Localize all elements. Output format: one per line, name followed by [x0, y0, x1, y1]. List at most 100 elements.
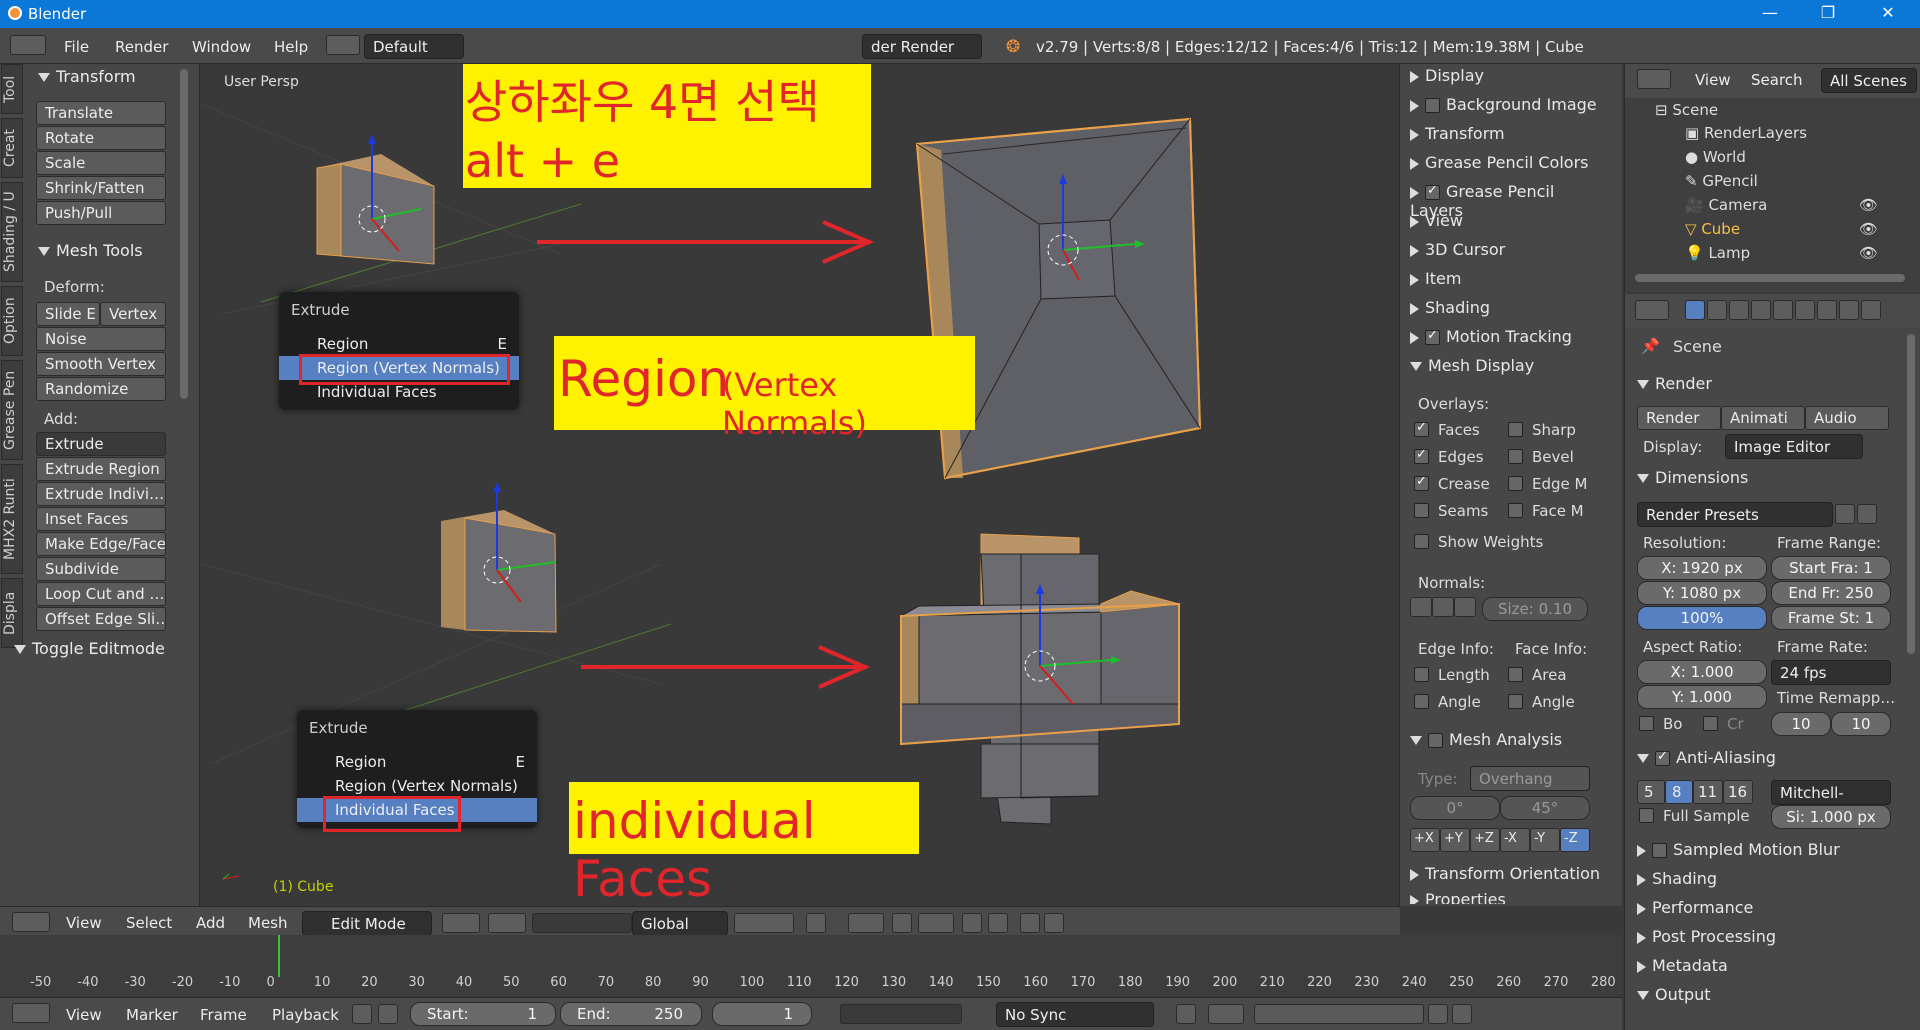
add-preset-icon[interactable] [1835, 504, 1855, 524]
axis-nz-button[interactable]: -Z [1560, 828, 1590, 852]
selection-mode-icon[interactable] [806, 913, 826, 933]
layout-select[interactable]: Default [364, 34, 464, 59]
offset-edge-slide-button[interactable]: Offset Edge Sli… [36, 607, 166, 631]
resolution-y-field[interactable]: Y: 1080 px [1637, 581, 1767, 605]
render-tab-icon[interactable] [1685, 300, 1705, 320]
faces-checkbox[interactable] [1414, 420, 1429, 437]
axis-nx-button[interactable]: -X [1500, 828, 1530, 852]
opengl-render-icon[interactable] [1020, 913, 1040, 933]
constraints-tab-icon[interactable] [1795, 300, 1815, 320]
crease-checkbox[interactable] [1414, 474, 1429, 491]
shading-header[interactable]: Shading [1637, 869, 1920, 893]
delete-keyframe-icon[interactable] [1452, 1004, 1472, 1024]
make-edge-face-button[interactable]: Make Edge/Face [36, 532, 166, 556]
preview-range-icon[interactable] [352, 1004, 372, 1024]
bevel-checkbox[interactable] [1508, 449, 1523, 464]
frame-end-field[interactable]: End Fr: 250 [1771, 581, 1891, 605]
orientation-select[interactable]: Global [632, 911, 728, 936]
proportional-edit-icon[interactable] [848, 913, 884, 933]
3d-viewport[interactable]: User Persp (1) Cube 상하좌우 4면 선택 alt + e R… [201, 64, 1399, 906]
panel-gp-layers[interactable]: Grease Pencil Layers [1410, 182, 1608, 220]
menu-item-region[interactable]: Region E [297, 750, 537, 774]
world-tab-icon[interactable] [1751, 300, 1771, 320]
extrude-individual-button[interactable]: Extrude Indivi… [36, 482, 166, 506]
panel-properties[interactable]: Properties [1410, 890, 1608, 904]
angle-max-field[interactable]: 45° [1500, 796, 1590, 820]
output-header[interactable]: Output [1637, 985, 1920, 1009]
metadata-header[interactable]: Metadata [1637, 956, 1920, 980]
frame-start-field[interactable]: Start Fra: 1 [1771, 556, 1891, 580]
aspect-y-field[interactable]: Y: 1.000 [1637, 685, 1767, 709]
tab-display[interactable]: Displa [1, 578, 23, 648]
timeline-playback-menu[interactable]: Playback [272, 1006, 339, 1024]
lamp-visibility-icon[interactable]: 👁 [1859, 244, 1878, 262]
extrude-region-button[interactable]: Extrude Region [36, 457, 166, 481]
border-checkbox[interactable] [1639, 716, 1654, 731]
mesh-tools-header[interactable]: Mesh Tools [38, 241, 143, 260]
opengl-animation-icon[interactable] [1044, 913, 1064, 933]
resolution-percent-field[interactable]: 100% [1637, 606, 1767, 630]
length-checkbox[interactable] [1414, 667, 1429, 682]
aa-11-button[interactable]: 11 [1693, 780, 1723, 804]
fps-select[interactable]: 24 fps [1771, 660, 1891, 685]
mirror-icon[interactable] [962, 913, 982, 933]
menu-window[interactable]: Window [192, 38, 251, 56]
remove-preset-icon[interactable] [1857, 504, 1877, 524]
subdivide-button[interactable]: Subdivide [36, 557, 166, 581]
timeline-view-menu[interactable]: View [66, 1006, 102, 1024]
toolshelf-scrollbar[interactable] [180, 69, 188, 399]
render-engine-select[interactable]: der Render [862, 34, 982, 59]
show-weights-checkbox[interactable] [1414, 534, 1429, 549]
slide-vertex-button[interactable]: Vertex [100, 302, 166, 326]
timeline-marker-menu[interactable]: Marker [126, 1006, 178, 1024]
smooth-vertex-button[interactable]: Smooth Vertex [36, 352, 166, 376]
outliner-scene[interactable]: ⊟ Scene [1655, 101, 1718, 119]
axis-px-button[interactable]: +X [1410, 828, 1440, 852]
panel-motion-tracking[interactable]: Motion Tracking [1410, 327, 1608, 351]
sharp-checkbox[interactable] [1508, 422, 1523, 437]
record-icon[interactable] [1176, 1004, 1196, 1024]
properties-editor-icon[interactable] [1635, 300, 1669, 320]
panel-gp-colors[interactable]: Grease Pencil Colors [1410, 153, 1608, 177]
render-presets-select[interactable]: Render Presets [1637, 502, 1833, 527]
pin-icon[interactable]: 📌 [1641, 337, 1660, 355]
current-frame-field[interactable]: 1 [712, 1002, 812, 1026]
pivot-point-icon[interactable] [488, 913, 526, 933]
manipulator-icons[interactable] [532, 913, 632, 933]
menu-file[interactable]: File [64, 38, 89, 56]
scene-tab-icon[interactable] [1729, 300, 1749, 320]
render-button[interactable]: Render [1637, 406, 1721, 430]
menu-item-region-vertex-normals[interactable]: Region (Vertex Normals) [297, 774, 537, 798]
playback-controls[interactable] [840, 1004, 962, 1024]
display-mode-select[interactable]: All Scenes [1821, 68, 1917, 93]
seams-checkbox[interactable] [1414, 503, 1429, 518]
editor-type-icon[interactable] [10, 35, 46, 55]
keying-set-field[interactable] [1254, 1004, 1424, 1024]
material-tab-icon[interactable] [1861, 300, 1881, 320]
slide-edge-button[interactable]: Slide E [36, 302, 100, 326]
viewport-add-menu[interactable]: Add [196, 914, 225, 932]
panel-transform-orientation[interactable]: Transform Orientation [1410, 864, 1608, 888]
aa-8-button[interactable]: 8 [1665, 780, 1693, 804]
aspect-x-field[interactable]: X: 1.000 [1637, 660, 1767, 684]
modifiers-tab-icon[interactable] [1817, 300, 1837, 320]
panel-mesh-display[interactable]: Mesh Display [1410, 356, 1608, 380]
aa-5-button[interactable]: 5 [1637, 780, 1665, 804]
viewport-mesh-menu[interactable]: Mesh [248, 914, 288, 932]
edge-angle-checkbox[interactable] [1414, 694, 1429, 709]
translate-button[interactable]: Translate [36, 101, 166, 125]
start-frame-field[interactable]: Start: 1 [410, 1002, 556, 1026]
loop-normals-icon[interactable] [1432, 597, 1454, 617]
outliner-view-menu[interactable]: View [1695, 71, 1731, 89]
display-select[interactable]: Image Editor [1725, 434, 1863, 459]
panel-item[interactable]: Item [1410, 269, 1608, 293]
viewport-select-menu[interactable]: Select [126, 914, 172, 932]
outliner-cube[interactable]: ▽ Cube [1685, 220, 1740, 238]
snap-icon[interactable] [892, 913, 912, 933]
filter-size-field[interactable]: Si: 1.000 px [1771, 805, 1891, 829]
mode-select[interactable]: Edit Mode [302, 911, 432, 936]
aa-16-button[interactable]: 16 [1723, 780, 1753, 804]
loop-cut-button[interactable]: Loop Cut and … [36, 582, 166, 606]
panel-display[interactable]: Display [1410, 66, 1608, 90]
motion-blur-header[interactable]: Sampled Motion Blur [1637, 840, 1920, 864]
